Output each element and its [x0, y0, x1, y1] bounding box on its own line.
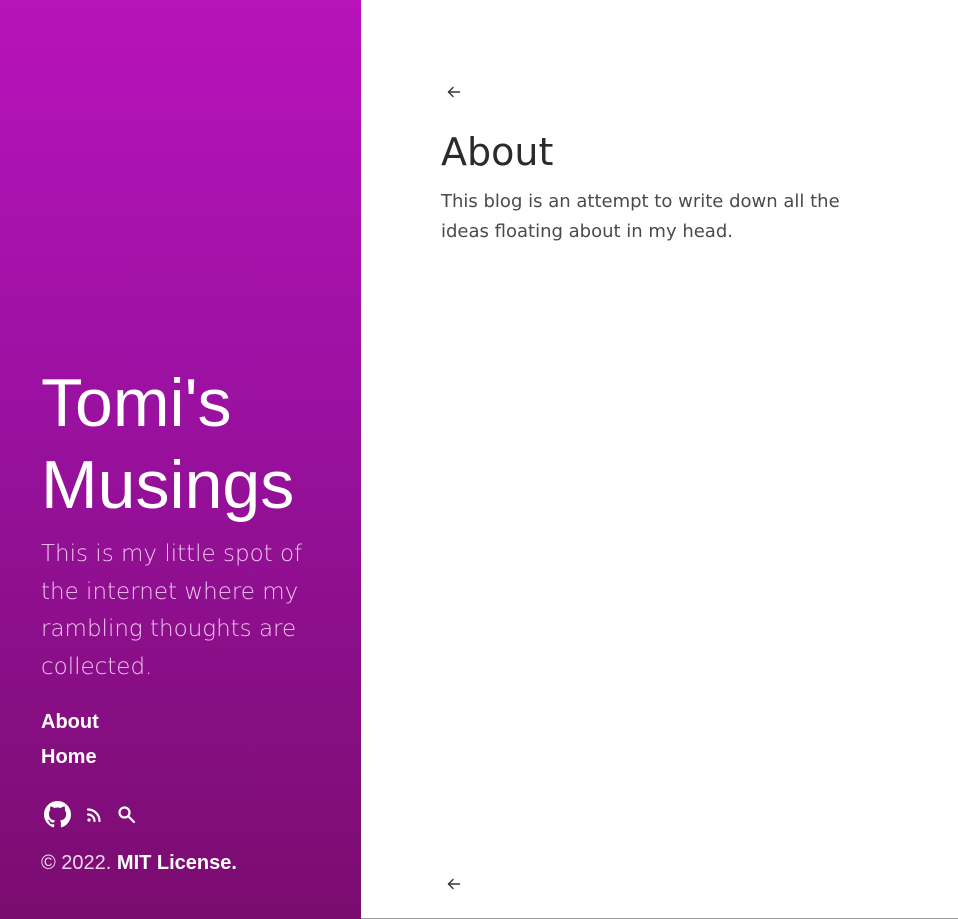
sidebar-nav: About Home — [41, 707, 99, 777]
nav-link-home[interactable]: Home — [41, 746, 97, 768]
page-body-text: This blog is an attempt to write down al… — [441, 191, 840, 242]
rss-icon[interactable] — [85, 806, 103, 824]
sidebar: Tomi's Musings This is my little spot of… — [0, 0, 361, 919]
copyright-text: © 2022. — [41, 852, 112, 874]
social-icons — [44, 801, 137, 828]
main-content: About This blog is an attempt to write d… — [361, 0, 958, 919]
github-icon[interactable] — [44, 801, 71, 828]
site-title[interactable]: Tomi's Musings — [41, 362, 341, 526]
site-tagline: This is my little spot of the internet w… — [41, 541, 303, 680]
nav-item-home: Home — [41, 742, 99, 777]
page-title: About — [441, 130, 554, 174]
page: Tomi's Musings This is my little spot of… — [0, 0, 958, 919]
search-icon[interactable] — [117, 805, 137, 825]
back-arrow-icon-bottom[interactable] — [445, 875, 463, 893]
license-link[interactable]: MIT License. — [117, 852, 237, 874]
nav-link-about[interactable]: About — [41, 711, 99, 733]
copyright: © 2022. MIT License. — [41, 849, 237, 877]
back-arrow-icon[interactable] — [445, 83, 463, 101]
nav-item-about: About — [41, 707, 99, 742]
